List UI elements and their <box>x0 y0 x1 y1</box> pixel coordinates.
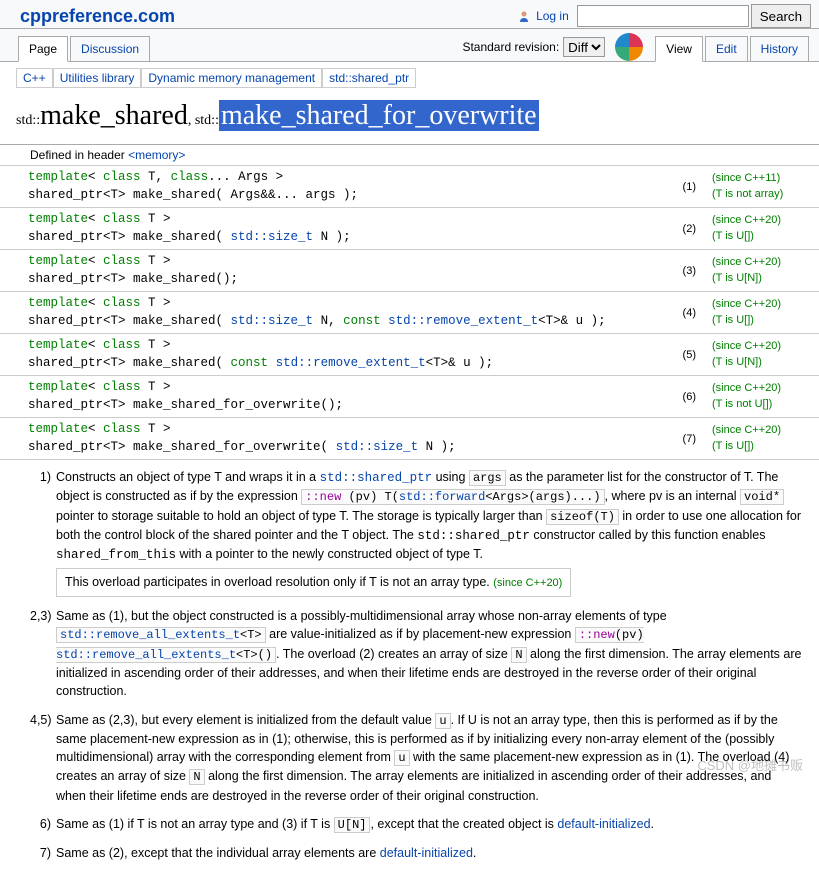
item-body-45: Same as (2,3), but every element is init… <box>56 711 803 805</box>
tab-page[interactable]: Page <box>18 36 68 62</box>
item-num-6: 6) <box>30 815 56 834</box>
declaration-row: template< class T >shared_ptr<T> make_sh… <box>0 376 819 418</box>
item-num-7: 7) <box>30 844 56 862</box>
user-icon <box>518 10 530 22</box>
login-link[interactable]: Log in <box>536 9 569 23</box>
declaration-row: template< class T >shared_ptr<T> make_sh… <box>0 334 819 376</box>
crumb-util[interactable]: Utilities library <box>53 68 142 88</box>
declarations-table: template< class T, class... Args >shared… <box>0 166 819 460</box>
tab-discussion[interactable]: Discussion <box>70 36 150 61</box>
cpp-logo-icon <box>615 33 643 61</box>
tab-edit[interactable]: Edit <box>705 36 748 61</box>
crumb-cpp[interactable]: C++ <box>16 68 53 88</box>
site-title[interactable]: cppreference.com <box>8 6 518 27</box>
page-title: std::make_shared, std::make_shared_for_o… <box>0 94 819 145</box>
declaration-row: template< class T, class... Args >shared… <box>0 166 819 208</box>
crumb-mem[interactable]: Dynamic memory management <box>141 68 322 88</box>
rev-select[interactable]: Diff <box>563 37 605 57</box>
defined-in-header: Defined in header <memory> <box>0 145 819 166</box>
default-initialized-link-2[interactable]: default-initialized <box>380 846 473 860</box>
breadcrumb: C++Utilities libraryDynamic memory manag… <box>0 62 819 94</box>
item-body-7: Same as (2), except that the individual … <box>56 844 803 862</box>
tab-history[interactable]: History <box>750 36 809 61</box>
header-memory-link[interactable]: <memory> <box>128 148 185 162</box>
item-body-23: Same as (1), but the object constructed … <box>56 607 803 700</box>
item-body-6: Same as (1) if T is not an array type an… <box>56 815 803 834</box>
declaration-row: template< class T >shared_ptr<T> make_sh… <box>0 292 819 334</box>
declaration-row: template< class T >shared_ptr<T> make_sh… <box>0 418 819 460</box>
item-body-1: Constructs an object of type T and wraps… <box>56 468 803 597</box>
item-num-1: 1) <box>30 468 56 597</box>
watermark: CSDN @地摊书贩 <box>697 755 803 774</box>
item-num-45: 4,5) <box>30 711 56 805</box>
default-initialized-link[interactable]: default-initialized <box>557 817 650 831</box>
crumb-shared-ptr[interactable]: std::shared_ptr <box>322 68 416 88</box>
declaration-row: template< class T >shared_ptr<T> make_sh… <box>0 208 819 250</box>
declaration-row: template< class T >shared_ptr<T> make_sh… <box>0 250 819 292</box>
rev-label: Standard revision: <box>462 40 559 54</box>
tab-view[interactable]: View <box>655 36 703 62</box>
item-num-23: 2,3) <box>30 607 56 700</box>
search-button[interactable]: Search <box>751 4 811 28</box>
search-input[interactable] <box>577 5 749 27</box>
shared-ptr-link[interactable]: std::shared_ptr <box>320 471 433 485</box>
